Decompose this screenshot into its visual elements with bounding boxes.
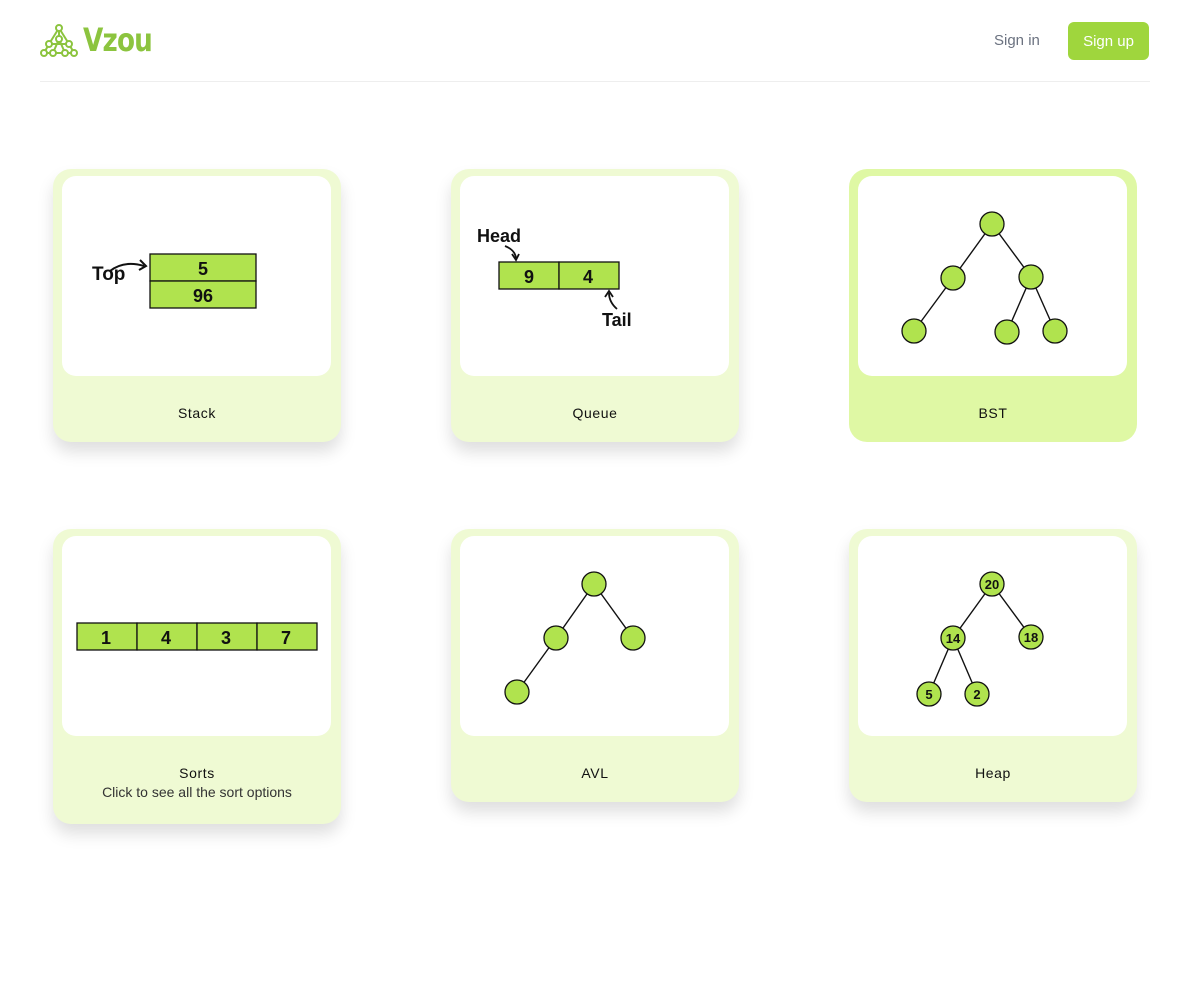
sort-value: 4 — [161, 628, 171, 648]
sorts-illustration: 1 4 3 7 — [62, 536, 331, 736]
card-title: Heap — [975, 765, 1011, 781]
card-bst[interactable]: BST — [849, 169, 1137, 442]
bst-illustration — [858, 176, 1127, 376]
stack-value: 5 — [198, 259, 208, 279]
card-title: AVL — [581, 765, 609, 781]
queue-value: 9 — [524, 267, 534, 287]
heap-value: 20 — [985, 577, 999, 592]
avl-illustration — [460, 536, 729, 736]
heap-value: 2 — [973, 687, 980, 702]
card-subtitle: Click to see all the sort options — [102, 784, 292, 800]
sign-up-button[interactable]: Sign up — [1068, 22, 1149, 60]
card-title: Stack — [177, 405, 216, 421]
avl-node — [504, 679, 530, 705]
queue-head-label: Head — [477, 226, 521, 246]
card-sorts[interactable]: 1 4 3 7 Sorts Click to see all the sort … — [53, 529, 341, 824]
top-navbar: Vzou Sign in Sign up — [40, 0, 1150, 82]
stack-top-label: Top — [92, 264, 125, 285]
sign-in-link[interactable]: Sign in — [994, 32, 1040, 49]
heap-value: 14 — [946, 631, 961, 646]
card-stack[interactable]: Top 5 96 Stack — [53, 169, 341, 442]
card-title: BST — [978, 405, 1008, 421]
heap-value: 5 — [925, 687, 932, 702]
card-avl[interactable]: AVL — [451, 529, 739, 802]
bst-node — [1042, 318, 1068, 344]
avl-node — [543, 625, 569, 651]
queue-illustration: Head 9 4 Tail — [460, 176, 729, 376]
card-heap[interactable]: 20 14 18 5 2 Heap — [849, 529, 1137, 802]
avl-node — [620, 625, 646, 651]
bst-node — [940, 265, 966, 291]
card-title: Sorts — [179, 765, 215, 781]
bst-node — [994, 319, 1020, 345]
bst-node — [979, 211, 1005, 237]
stack-illustration: Top 5 96 — [62, 176, 331, 376]
heap-illustration: 20 14 18 5 2 — [858, 536, 1127, 736]
sort-value: 3 — [221, 628, 231, 648]
sort-value: 1 — [101, 628, 111, 648]
queue-tail-label: Tail — [602, 310, 632, 330]
bst-node — [1018, 264, 1044, 290]
card-queue[interactable]: Head 9 4 Tail Queue — [451, 169, 739, 442]
avl-node — [581, 571, 607, 597]
logo[interactable]: Vzou — [40, 22, 167, 58]
logo-text: Vzou — [83, 21, 153, 59]
queue-value: 4 — [583, 267, 593, 287]
heap-value: 18 — [1024, 630, 1038, 645]
card-title: Queue — [572, 405, 618, 421]
logo-graph-icon — [40, 24, 78, 57]
bst-node — [901, 318, 927, 344]
stack-value: 96 — [193, 286, 213, 306]
sort-value: 7 — [281, 628, 291, 648]
